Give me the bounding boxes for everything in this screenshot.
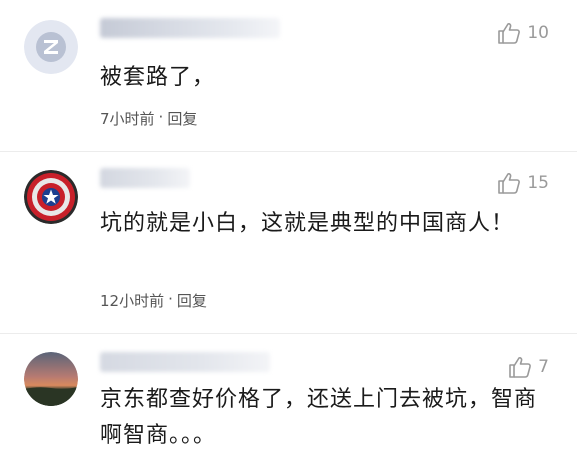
username-blurred[interactable] — [100, 352, 270, 372]
comment-item: 15 坑的就是小白，这就是典型的中国商人！ 12小时前 · 回复 — [0, 152, 577, 334]
meta-separator: · — [158, 108, 164, 126]
default-avatar-icon — [24, 20, 78, 74]
like-count: 7 — [538, 357, 549, 377]
meta-separator: · — [168, 290, 173, 308]
comment-text: 京东都查好价格了，还送上门去被坑，智商啊智商。。。 — [100, 387, 538, 448]
comment-meta: 7小时前 · 回复 — [100, 108, 197, 129]
username-blurred[interactable] — [100, 168, 190, 188]
comment-text: 被套路了， — [100, 65, 216, 90]
comment-time: 12小时前 — [100, 292, 165, 310]
sunset-field-avatar — [24, 352, 78, 406]
comment-item: 10 被套路了， 7小时前 · 回复 — [0, 0, 577, 152]
comment-meta: 12小时前 · 回复 — [100, 290, 207, 311]
comment-time: 7小时前 — [100, 110, 155, 128]
thumbs-up-icon — [498, 173, 521, 194]
like-button[interactable]: 15 — [497, 172, 549, 194]
reply-button[interactable]: 回复 — [167, 108, 197, 129]
avatar[interactable] — [24, 352, 78, 406]
thumbs-up-icon — [498, 23, 521, 44]
username-blurred[interactable] — [100, 18, 280, 38]
captain-america-shield-avatar — [24, 170, 78, 224]
thumbs-up-icon — [509, 357, 532, 378]
like-count: 15 — [527, 173, 549, 193]
comment-item: 7 京东都查好价格了，还送上门去被坑，智商啊智商。。。 — [0, 334, 577, 472]
avatar[interactable] — [24, 20, 78, 74]
avatar[interactable] — [24, 170, 78, 224]
comment-text: 坑的就是小白，这就是典型的中国商人！ — [100, 211, 515, 236]
like-button[interactable]: 10 — [497, 22, 549, 44]
reply-button[interactable]: 回复 — [177, 290, 207, 311]
like-count: 10 — [527, 23, 549, 43]
like-button[interactable]: 7 — [508, 356, 549, 378]
